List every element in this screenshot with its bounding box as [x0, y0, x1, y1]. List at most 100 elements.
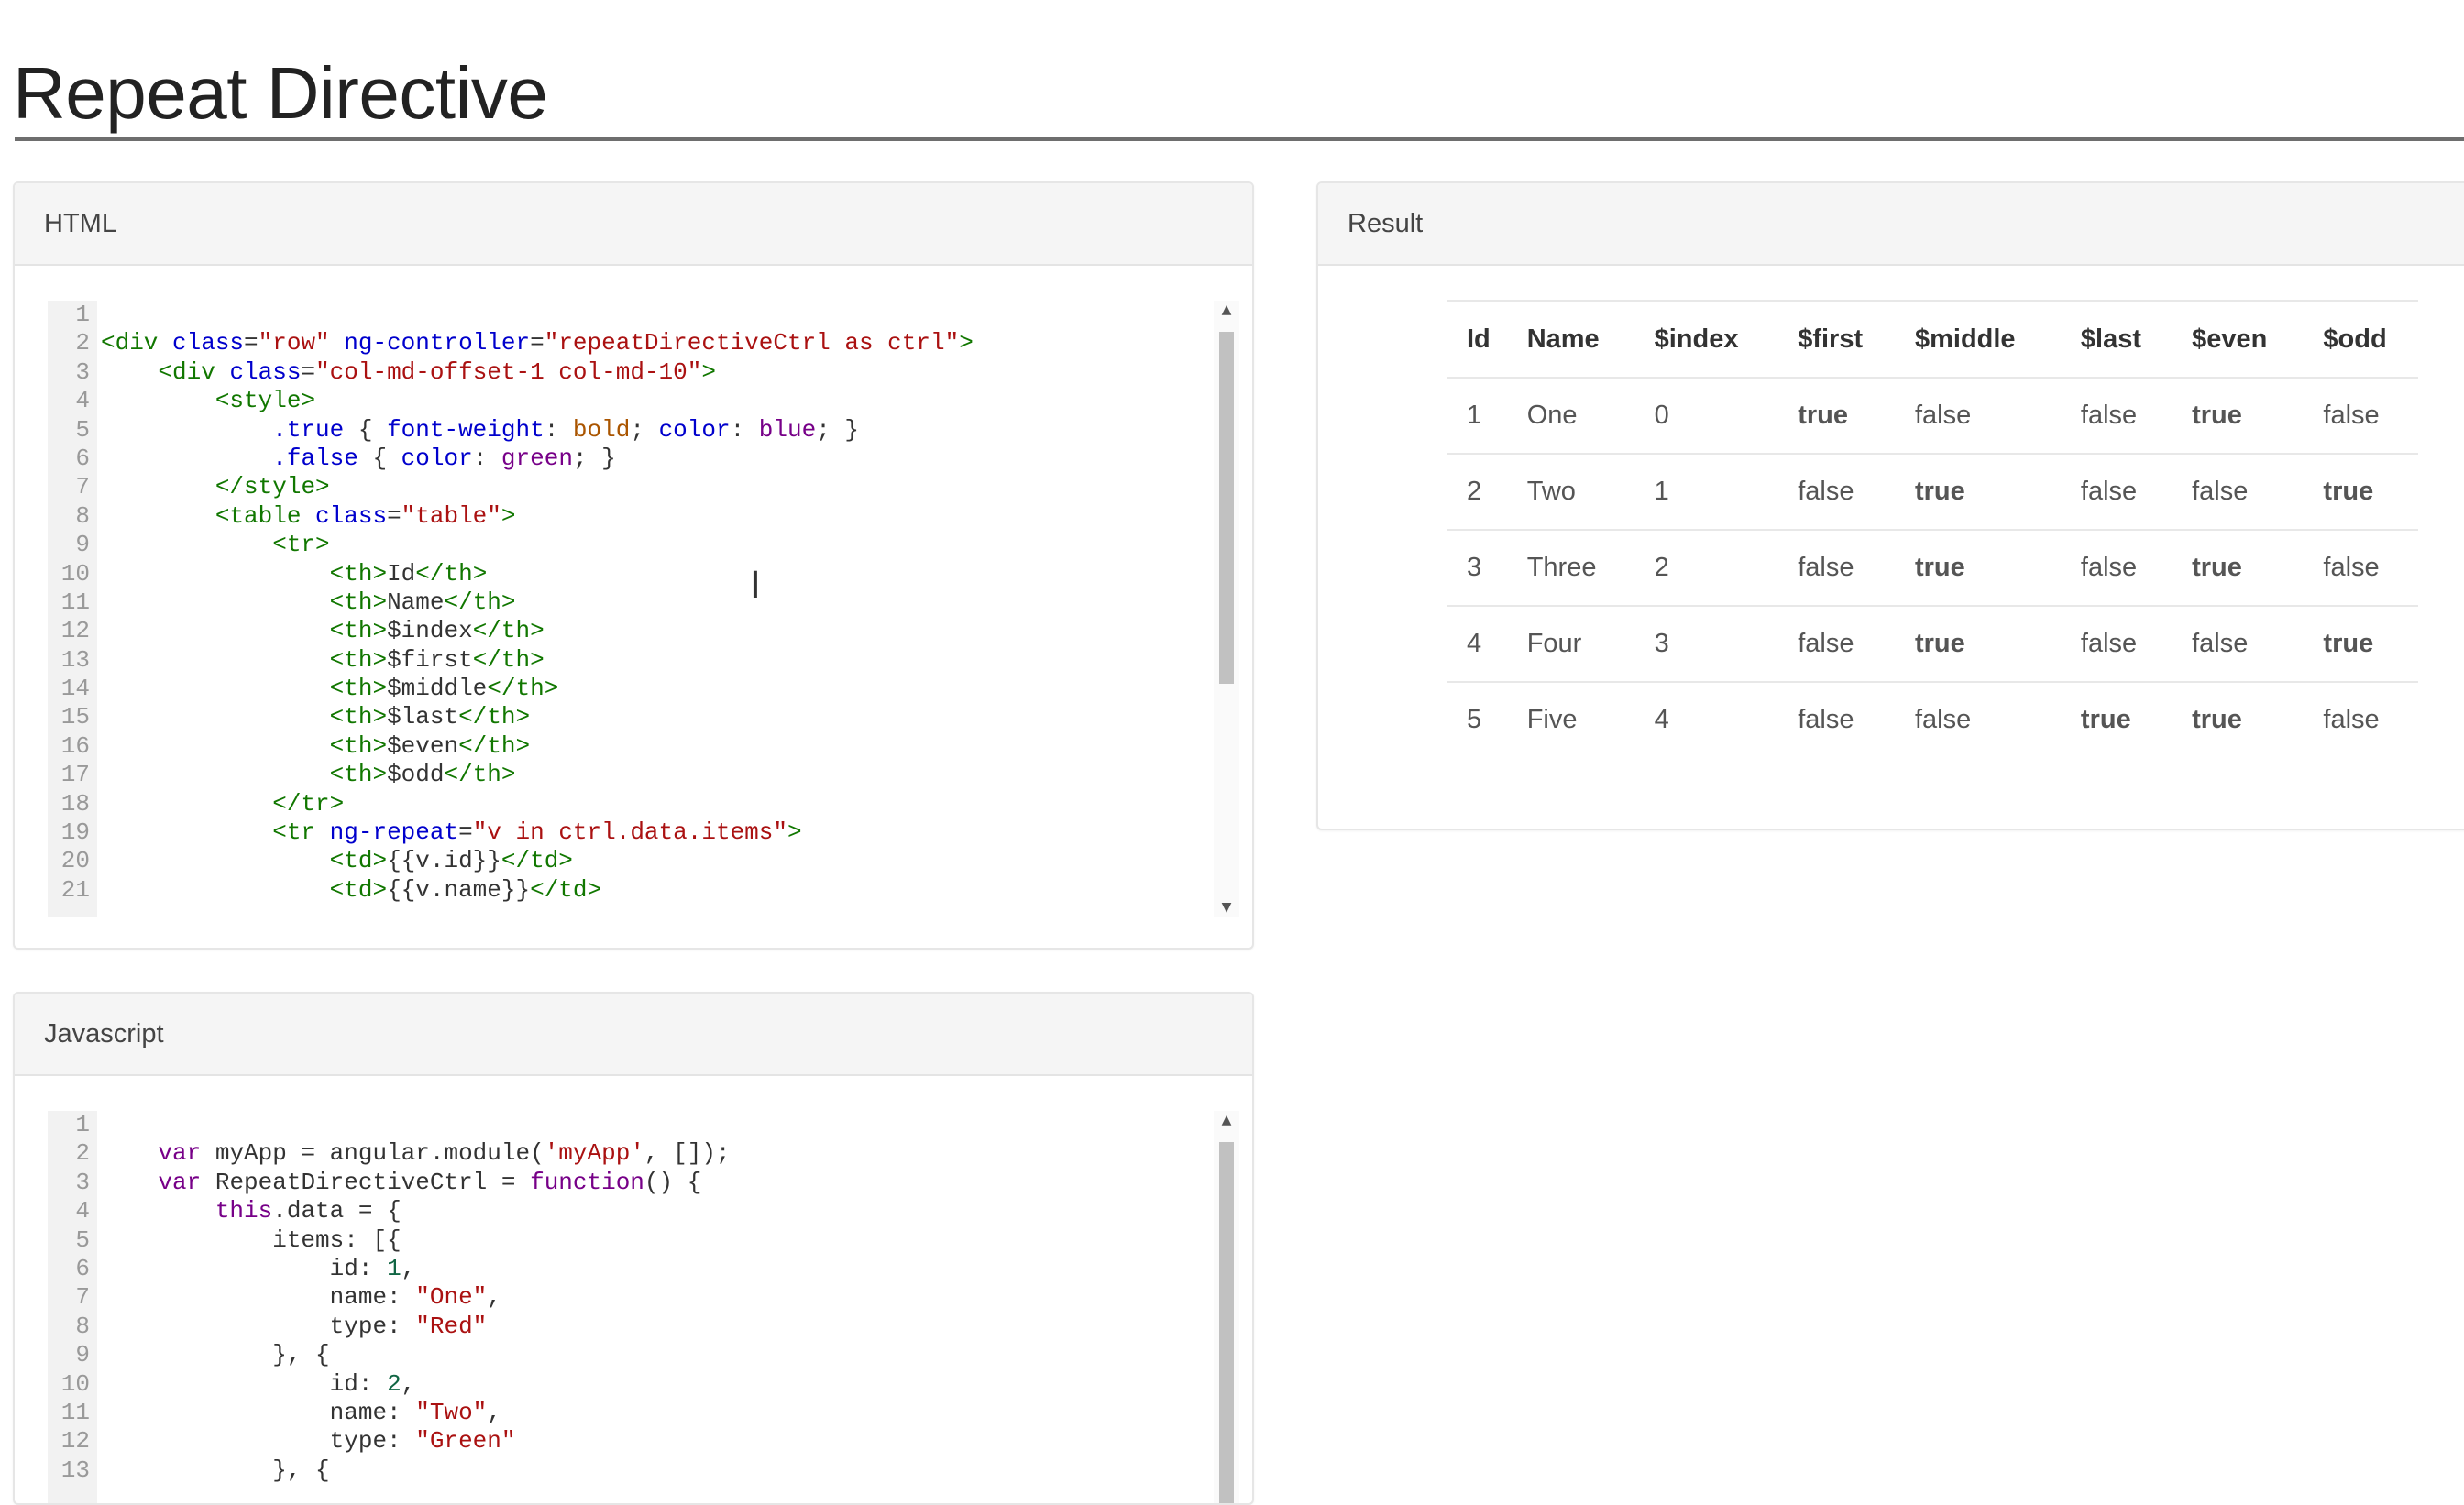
result-table-body: 1 One 0 true false false true false 2 Two 1 false tr…: [1446, 377, 2418, 757]
column-header: $odd: [2303, 300, 2418, 378]
code-token: items: [{: [101, 1225, 402, 1254]
line-number: 14: [60, 675, 90, 703]
code-line: <div class="row" ng-controller="repeatDi…: [101, 329, 1239, 357]
line-number: 2: [75, 329, 90, 357]
html-panel-heading: HTML: [15, 183, 1252, 266]
code-token: Id: [387, 559, 416, 588]
code-line: <tr ng-repeat="v in ctrl.data.items">: [101, 818, 1239, 847]
html-editor-scrollbar[interactable]: ▲ ▼: [1214, 301, 1239, 917]
line-number: 1: [75, 1111, 90, 1138]
code-token: ;: [630, 415, 659, 444]
code-token: <div: [158, 357, 230, 386]
code-line: type: "Red": [101, 1313, 1239, 1341]
code-token: color: [658, 415, 731, 444]
scroll-down-arrow-icon[interactable]: ▼: [1214, 900, 1239, 915]
line-number: 5: [75, 415, 90, 444]
code-token: </th>: [444, 761, 516, 789]
table-cell: 2: [1446, 453, 1507, 530]
code-token: ,: [487, 1398, 501, 1426]
column-header: Id: [1446, 300, 1507, 378]
table-row: 1 One 0 true false false true false: [1446, 377, 2418, 454]
code-token: 'myApp': [544, 1139, 644, 1168]
code-token: ; }: [816, 415, 860, 444]
line-number: 1: [75, 301, 90, 328]
javascript-editor-scrollbar[interactable]: ▲: [1214, 1111, 1239, 1503]
html-code-editor[interactable]: 1 2 3 4 5 6 7 8 9 10 11 12 13 14 15 16 17 18 19 20 21 <div c…: [48, 301, 1239, 917]
table-cell: 1: [1446, 377, 1507, 454]
code-token: ; }: [572, 444, 616, 472]
code-token: ,: [401, 1254, 416, 1282]
code-token: $odd: [387, 761, 445, 789]
line-number: 11: [60, 1398, 90, 1426]
code-token: </th>: [472, 617, 544, 645]
code-token: </td>: [530, 875, 602, 904]
line-number: 20: [60, 847, 90, 875]
result-table-header-row: Id Name $index $first $middle $last $eve…: [1446, 300, 2418, 378]
code-token: <th>: [329, 645, 388, 674]
code-token: , []);: [644, 1139, 731, 1168]
code-token: var: [158, 1168, 202, 1196]
line-number: 7: [75, 473, 90, 501]
code-token: class: [315, 501, 388, 530]
result-panel-heading: Result: [1318, 183, 2464, 266]
scroll-up-arrow-icon[interactable]: ▲: [1214, 302, 1239, 317]
line-number: 4: [75, 387, 90, 415]
table-cell: false: [2303, 681, 2418, 757]
column-header: $middle: [1894, 300, 2061, 378]
code-token: id:: [101, 1254, 388, 1282]
table-cell: false: [2060, 453, 2172, 530]
code-token: =: [244, 329, 258, 357]
code-token: <th>: [329, 675, 388, 703]
line-number: 8: [75, 1312, 90, 1340]
code-line: <td>{{v.id}}</td>: [101, 847, 1239, 875]
table-cell: Two: [1506, 453, 1634, 530]
table-cell: false: [2303, 377, 2418, 454]
html-code[interactable]: <div class="row" ng-controller="repeatDi…: [101, 301, 1239, 905]
javascript-scroll-thumb[interactable]: [1219, 1142, 1234, 1503]
code-token: var: [158, 1139, 202, 1168]
code-line: .true { font-weight: bold; color: blue; …: [101, 416, 1239, 445]
result-table: Id Name $index $first $middle $last $eve…: [1446, 300, 2418, 757]
javascript-panel-heading: Javascript: [15, 994, 1252, 1076]
code-token: $index: [387, 617, 473, 645]
line-number: 12: [60, 1427, 90, 1456]
code-token: "row": [258, 329, 330, 357]
code-token: color: [401, 444, 473, 472]
code-line: name: "Two",: [101, 1399, 1239, 1427]
code-token: {{v.name}}: [387, 875, 531, 904]
code-line: var myApp = angular.module('myApp', []);: [101, 1139, 1239, 1168]
javascript-code-editor[interactable]: 1 2 3 4 5 6 7 8 9 10 11 12 13 var myApp = angular.mo…: [48, 1111, 1239, 1503]
code-token: <tr>: [272, 531, 330, 559]
scroll-up-arrow-icon[interactable]: ▲: [1214, 1113, 1239, 1127]
javascript-code[interactable]: var myApp = angular.module('myApp', []);…: [101, 1111, 1239, 1485]
code-token: {{v.id}}: [387, 847, 501, 875]
table-cell: true: [2303, 453, 2418, 530]
table-row: 2 Two 1 false true false false true: [1446, 453, 2418, 530]
code-token: .data = {: [272, 1197, 402, 1225]
code-line: <th>$first</th>: [101, 646, 1239, 675]
code-token: >: [500, 501, 516, 530]
code-token: <th>: [329, 731, 388, 760]
line-number: 5: [75, 1225, 90, 1254]
code-token: RepeatDirectiveCtrl =: [201, 1168, 531, 1196]
code-token: type:: [101, 1427, 416, 1456]
html-scroll-thumb[interactable]: [1219, 332, 1234, 684]
code-line: type: "Green": [101, 1427, 1239, 1456]
code-token: green: [500, 444, 573, 472]
line-number: 2: [75, 1139, 90, 1168]
code-line: <th>Name</th>: [101, 588, 1239, 617]
line-number: 19: [60, 818, 90, 847]
line-number: 13: [60, 1456, 90, 1484]
code-token: class: [172, 329, 245, 357]
code-token: </th>: [487, 675, 559, 703]
code-line: <th>Id</th>: [101, 560, 1239, 588]
table-cell: true: [1777, 377, 1895, 454]
